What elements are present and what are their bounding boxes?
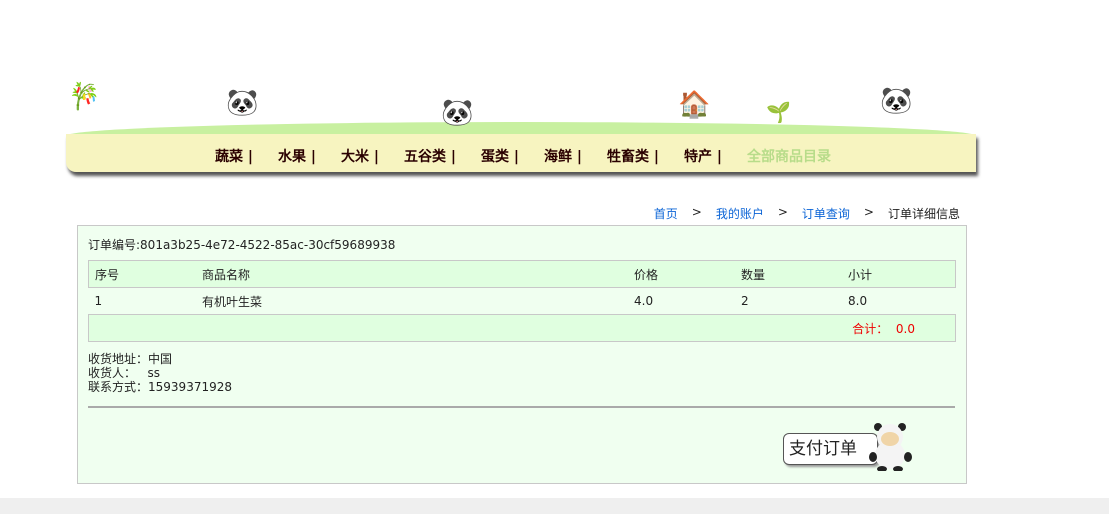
breadcrumb-orders[interactable]: 订单查询 [802, 205, 850, 222]
receiver-value: ss [147, 366, 160, 380]
shipping-info: 收货地址：中国 收货人： ss 联系方式：15939371928 [88, 352, 232, 394]
total-row: 合计： 0.0 [88, 314, 956, 342]
cell-subtotal: 8.0 [848, 294, 868, 308]
table-row: 1 有机叶生菜 4.0 2 8.0 [89, 288, 956, 315]
col-name: 商品名称 [196, 260, 628, 288]
nav-vegetables[interactable]: 蔬菜 | [215, 146, 253, 166]
panda-icon: 🐼 [441, 98, 474, 128]
nav-specialty[interactable]: 特产 | [684, 146, 722, 166]
order-detail-panel: 订单编号:801a3b25-4e72-4522-85ac-30cf5968993… [77, 225, 967, 484]
nav-fruit[interactable]: 水果 | [278, 146, 316, 166]
breadcrumb-sep: > [777, 205, 788, 219]
nav-rice[interactable]: 大米 | [341, 146, 379, 166]
address-label: 收货地址： [88, 352, 149, 366]
col-subtotal: 小计 [842, 260, 956, 288]
house-icon: 🏠 [678, 90, 711, 120]
table-header: 序号 商品名称 价格 数量 小计 [88, 260, 956, 288]
col-index: 序号 [88, 260, 196, 288]
sprout-icon: 🌱 [766, 100, 791, 124]
nav-bar: 蔬菜 | 水果 | 大米 | 五谷类 | 蛋类 | 海鲜 | 牲畜类 | 特产 … [66, 134, 976, 172]
col-price: 价格 [628, 260, 735, 288]
panda-mascot-icon [869, 423, 912, 471]
receiver-label: 收货人： [88, 366, 137, 380]
pay-order-button[interactable]: 支付订单 [783, 433, 878, 465]
total-value: 0.0 [895, 321, 915, 336]
order-number: 订单编号:801a3b25-4e72-4522-85ac-30cf5968993… [88, 236, 395, 253]
bamboo-icon: 🎋 [68, 82, 101, 112]
panda-icon: 🐼 [880, 86, 913, 116]
col-qty: 数量 [735, 260, 842, 288]
breadcrumb-current: 订单详细信息 [887, 207, 960, 221]
nav-seafood[interactable]: 海鲜 | [544, 146, 582, 166]
cell-index: 1 [94, 294, 103, 308]
address-value: 中国 [148, 352, 173, 366]
nav-livestock[interactable]: 牲畜类 | [607, 146, 659, 166]
nav-eggs[interactable]: 蛋类 | [481, 146, 519, 166]
panda-icon: 🐼 [226, 88, 259, 118]
header-banner: 🎋 🐼 🐼 🏠 🌱 🐼 蔬菜 | 水果 | 大米 | 五谷类 | 蛋类 | 海鲜… [66, 80, 976, 172]
phone-label: 联系方式： [88, 380, 149, 394]
divider [88, 406, 955, 408]
breadcrumb-account[interactable]: 我的账户 [716, 205, 764, 222]
nav-grains[interactable]: 五谷类 | [404, 146, 456, 166]
cell-price: 4.0 [634, 294, 654, 308]
order-items-table: 序号 商品名称 价格 数量 小计 1 有机叶生菜 4.0 2 8.0 合计： 0… [88, 260, 956, 342]
breadcrumb-home[interactable]: 首页 [654, 205, 678, 222]
total-label: 合计： [852, 321, 889, 336]
breadcrumb-sep: > [863, 205, 874, 219]
cell-qty: 2 [741, 294, 749, 308]
order-number-value: 801a3b25-4e72-4522-85ac-30cf59689938 [140, 238, 396, 252]
breadcrumb-sep: > [691, 205, 702, 219]
order-number-label: 订单编号: [88, 238, 141, 252]
phone-value: 15939371928 [148, 380, 232, 394]
nav-all-products[interactable]: 全部商品目录 [747, 146, 831, 166]
breadcrumb: 首页 > 我的账户 > 订单查询 > 订单详细信息 [654, 205, 960, 222]
footer-bar [0, 498, 1109, 514]
cell-name: 有机叶生菜 [202, 294, 263, 309]
